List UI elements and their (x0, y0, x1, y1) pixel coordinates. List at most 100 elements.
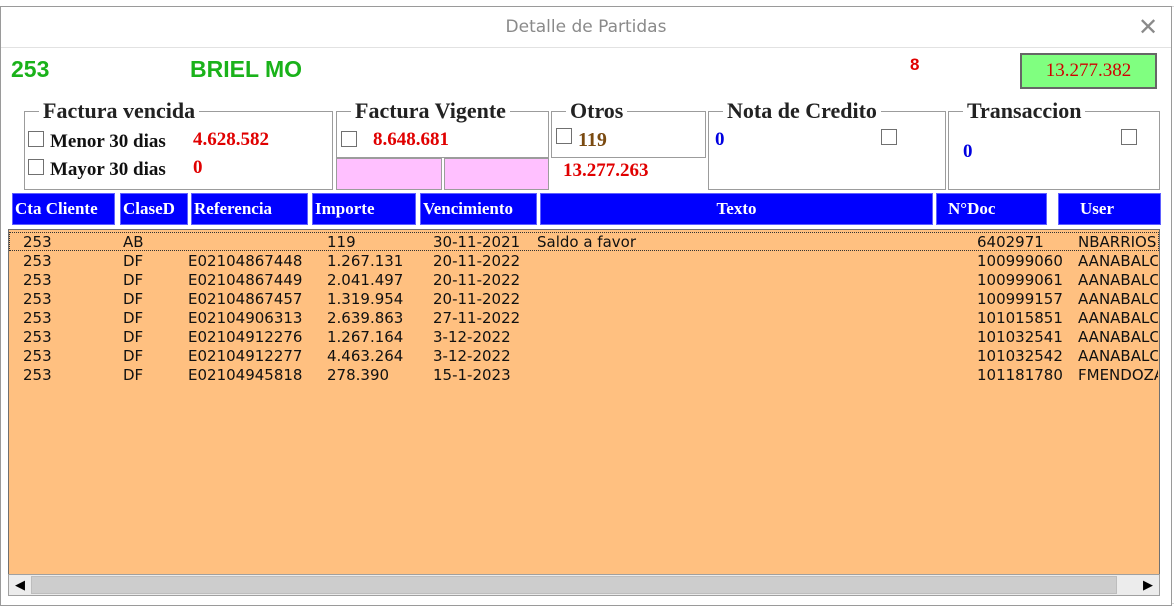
col-header-ndoc[interactable]: N°Doc (936, 193, 1047, 225)
otros-checkbox[interactable] (556, 128, 572, 144)
pink-field-2[interactable] (444, 158, 549, 190)
horizontal-scrollbar[interactable]: ◀ ▶ (8, 574, 1160, 596)
cell-importe: 1.267.164 (327, 328, 404, 346)
cliente-name: BRIEL MO (190, 56, 303, 82)
cell-cta-cliente: 253 (23, 290, 52, 308)
otros-value: 119 (578, 129, 607, 151)
cell-cta-cliente: 253 (23, 366, 52, 384)
cell-referencia: E02104867449 (188, 271, 303, 289)
cell-importe: 1.267.131 (327, 252, 404, 270)
cell-importe: 2.639.863 (327, 309, 404, 327)
transaccion-legend: Transaccion (963, 98, 1086, 124)
otros-legend: Otros (566, 98, 628, 124)
cell-cta-cliente: 253 (23, 328, 52, 346)
record-count: 8 (910, 55, 920, 74)
transaccion-group: Transaccion 0 (948, 98, 1160, 190)
cell-referencia: E02104912276 (188, 328, 303, 346)
scroll-thumb[interactable] (31, 576, 1117, 594)
table-row[interactable]: 253 DF E02104912276 1.267.164 3-12-2022 10103… (9, 327, 1159, 346)
cell-vencimiento: 15-1-2023 (433, 366, 511, 384)
factura-vencida-group: Factura vencida Menor 30 dias 4.628.582 … (24, 98, 333, 190)
cell-ndoc: 100999060 (977, 252, 1063, 270)
scroll-left-icon[interactable]: ◀ (10, 576, 30, 594)
cell-clased: DF (123, 328, 144, 346)
table-row[interactable]: 253 DF E02104867457 1.319.954 20-11-2022 1009… (9, 289, 1159, 308)
partidas-list[interactable]: 253 AB 119 30-11-2021 Saldo a favor 6402971 NB… (8, 229, 1160, 595)
cell-vencimiento: 20-11-2022 (433, 252, 521, 270)
cell-ndoc: 101015851 (977, 309, 1063, 327)
col-header-vencimiento[interactable]: Vencimiento (420, 193, 537, 225)
table-row[interactable]: 253 AB 119 30-11-2021 Saldo a favor 6402971 NB… (9, 232, 1159, 251)
transaccion-checkbox[interactable] (1121, 129, 1137, 145)
col-header-texto[interactable]: Texto (540, 193, 933, 225)
cell-ndoc: 101032541 (977, 328, 1063, 346)
cell-ndoc: 100999061 (977, 271, 1063, 289)
col-header-user[interactable]: User (1058, 193, 1161, 225)
col-header-clased[interactable]: ClaseD (120, 193, 188, 225)
cell-ndoc: 101032542 (977, 347, 1063, 365)
nota-credito-checkbox[interactable] (881, 129, 897, 145)
cell-ndoc: 6402971 (977, 233, 1044, 251)
otros-group: Otros 119 (551, 98, 706, 158)
table-row[interactable]: 253 DF E02104906313 2.639.863 27-11-2022 1010… (9, 308, 1159, 327)
factura-vencida-legend: Factura vencida (39, 98, 200, 124)
transaccion-value: 0 (963, 141, 973, 162)
cell-cta-cliente: 253 (23, 252, 52, 270)
col-header-cta-cliente[interactable]: Cta Cliente (12, 193, 115, 225)
col-header-importe[interactable]: Importe (312, 193, 416, 225)
cell-user: NBARRIOS (1078, 233, 1157, 251)
nota-credito-group: Nota de Credito 0 (708, 98, 946, 190)
menor-30-label: Menor 30 dias (50, 131, 166, 152)
cell-cta-cliente: 253 (23, 347, 52, 365)
mayor-30-label: Mayor 30 dias (50, 159, 166, 180)
cell-vencimiento: 20-11-2022 (433, 271, 521, 289)
mayor-30-checkbox[interactable] (28, 159, 44, 175)
cell-referencia: E02104906313 (188, 309, 303, 327)
title-bar: Detalle de Partidas ✕ (1, 7, 1171, 47)
nota-credito-legend: Nota de Credito (723, 98, 881, 124)
cell-clased: DF (123, 309, 144, 327)
table-row[interactable]: 253 DF E02104867449 2.041.497 20-11-2022 1009… (9, 270, 1159, 289)
table-row[interactable]: 253 DF E02104945818 278.390 15-1-2023 1011817… (9, 365, 1159, 384)
cell-user: AANABALC (1078, 309, 1158, 327)
cell-importe: 4.463.264 (327, 347, 404, 365)
cell-cta-cliente: 253 (23, 271, 52, 289)
cell-importe: 278.390 (327, 366, 390, 384)
cell-importe: 2.041.497 (327, 271, 404, 289)
close-icon[interactable]: ✕ (1131, 11, 1165, 43)
cell-referencia: E02104945818 (188, 366, 303, 384)
cell-cta-cliente: 253 (23, 309, 52, 327)
subtotal-value: 13.277.263 (563, 160, 649, 181)
cell-user: AANABALC (1078, 328, 1158, 346)
cell-importe: 119 (327, 233, 356, 251)
cell-vencimiento: 3-12-2022 (433, 328, 511, 346)
cell-texto: Saldo a favor (537, 233, 637, 251)
cell-clased: DF (123, 252, 144, 270)
factura-vigente-checkbox[interactable] (341, 131, 357, 147)
cell-clased: DF (123, 366, 144, 384)
cell-ndoc: 100999157 (977, 290, 1063, 308)
cell-user: AANABALC (1078, 347, 1158, 365)
cell-clased: DF (123, 290, 144, 308)
cell-clased: DF (123, 271, 144, 289)
cell-importe: 1.319.954 (327, 290, 404, 308)
cell-referencia: E02104912277 (188, 347, 303, 365)
cliente-number: 253 (11, 56, 50, 82)
table-row[interactable]: 253 DF E02104912277 4.463.264 3-12-2022 10103… (9, 346, 1159, 365)
scroll-right-icon[interactable]: ▶ (1138, 576, 1158, 594)
mayor-30-value: 0 (193, 157, 203, 178)
cell-referencia: E02104867448 (188, 252, 303, 270)
cell-referencia: E02104867457 (188, 290, 303, 308)
factura-vigente-legend: Factura Vigente (351, 98, 510, 124)
cell-user: AANABALC (1078, 271, 1158, 289)
cell-vencimiento: 3-12-2022 (433, 347, 511, 365)
cell-cta-cliente: 253 (23, 233, 52, 251)
cell-user: AANABALC (1078, 252, 1158, 270)
menor-30-checkbox[interactable] (28, 131, 44, 147)
col-header-referencia[interactable]: Referencia (191, 193, 308, 225)
pink-field-1[interactable] (336, 158, 442, 190)
table-row[interactable]: 253 DF E02104867448 1.267.131 20-11-2022 1009… (9, 251, 1159, 270)
cell-user: AANABALC (1078, 290, 1158, 308)
window-title: Detalle de Partidas (505, 17, 667, 37)
nota-credito-value: 0 (715, 129, 725, 150)
